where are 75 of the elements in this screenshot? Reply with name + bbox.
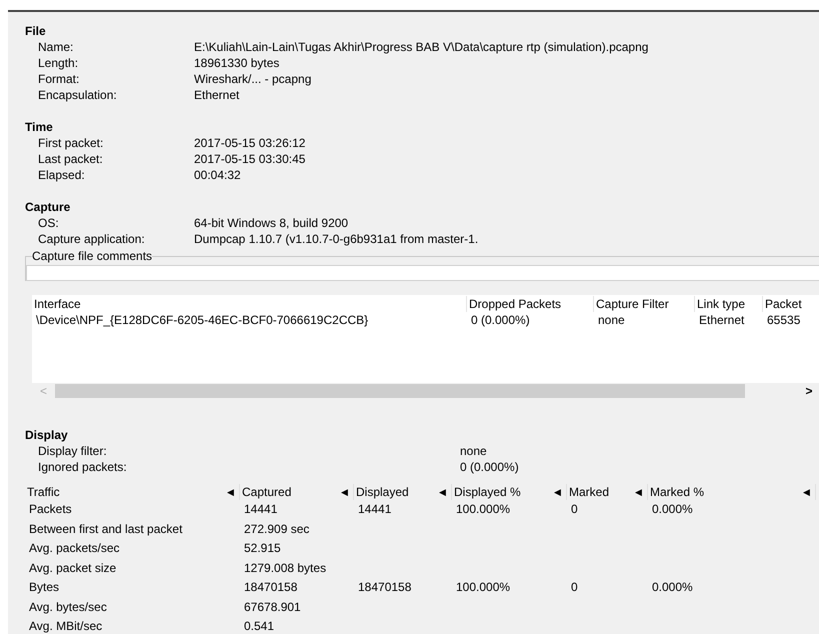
field-label: Capture application:	[38, 232, 145, 246]
comments-field[interactable]	[26, 265, 819, 281]
column-header[interactable]: Capture Filter	[596, 297, 669, 311]
table-cell: 65535	[767, 313, 800, 327]
sort-arrow[interactable]: ◀	[227, 484, 234, 500]
column-header[interactable]: Displayed	[356, 484, 409, 500]
sort-arrow[interactable]: ◀	[635, 484, 642, 500]
column-header[interactable]: Interface	[34, 297, 81, 311]
field-value: Wireshark/... - pcapng	[194, 71, 312, 87]
column-header[interactable]: Marked	[569, 484, 610, 500]
group-title: Capture file comments	[32, 249, 152, 264]
table-cell: 0.000%	[652, 580, 693, 594]
table-cell: 0 (0.000%)	[471, 313, 530, 327]
sort-arrow[interactable]: ◀	[554, 484, 561, 500]
table-cell: none	[598, 313, 625, 327]
table-cell: 14441	[244, 502, 278, 516]
field-value: E:\Kuliah\Lain-Lain\Tugas Akhir\Progress BAB V\Data\capture rtp (simulation).pcapng	[194, 39, 648, 55]
table-cell: 0	[571, 502, 578, 516]
field-label: Encapsulation:	[38, 88, 117, 102]
table-cell: Bytes	[29, 580, 60, 594]
table-cell: Avg. MBit/sec	[29, 619, 102, 633]
table-cell: Packets	[29, 502, 72, 516]
table-cell: 0	[571, 580, 578, 594]
column-header[interactable]: Link type	[697, 297, 746, 311]
field-label: OS:	[38, 216, 59, 230]
field-label: Last packet:	[38, 152, 103, 166]
field-value: Dumpcap 1.10.7 (v1.10.7-0-g6b931a1 from master-1.	[194, 231, 478, 247]
column-header[interactable]: Traffic	[27, 484, 60, 500]
table-cell: 18470158	[244, 580, 298, 594]
horizontal-scrollbar[interactable]: < >	[32, 383, 819, 399]
field-value: 00:04:32	[194, 167, 241, 183]
field-label: Display filter:	[38, 444, 107, 458]
table-cell: 100.000%	[456, 502, 510, 516]
field-value: Ethernet	[194, 87, 240, 103]
section-heading: Time	[25, 119, 53, 135]
section-heading: Capture	[25, 199, 70, 215]
column-header[interactable]: Dropped Packets	[469, 297, 562, 311]
sort-arrow[interactable]: ◀	[803, 484, 810, 500]
field-value: 64-bit Windows 8, build 9200	[194, 215, 348, 231]
field-value: 2017-05-15 03:26:12	[194, 135, 306, 151]
table-cell: 52.915	[244, 541, 281, 555]
table-cell: 1279.008 bytes	[244, 560, 326, 574]
column-header[interactable]: Captured	[242, 484, 292, 500]
sort-arrow[interactable]: ◀	[341, 484, 348, 500]
table-cell: 18470158	[358, 580, 412, 594]
table-cell: 67678.901	[244, 600, 301, 614]
field-value: none	[460, 443, 487, 459]
table-cell: 0.000%	[652, 502, 693, 516]
table-cell: Avg. packets/sec	[29, 541, 120, 555]
table-cell: 100.000%	[456, 580, 510, 594]
field-value: 0 (0.000%)	[460, 459, 519, 475]
scroll-right-button[interactable]: >	[799, 383, 819, 399]
table-cell: 272.909 sec	[244, 522, 310, 536]
field-value: 2017-05-15 03:30:45	[194, 151, 306, 167]
field-label: Elapsed:	[38, 168, 85, 182]
table-cell: Between first and last packet	[29, 522, 182, 536]
scrollbar-thumb[interactable]	[55, 384, 745, 398]
field-label: Ignored packets:	[38, 460, 127, 474]
section-heading: File	[25, 23, 46, 39]
table-cell: Ethernet	[699, 313, 744, 327]
table-cell: Avg. bytes/sec	[29, 600, 107, 614]
column-header[interactable]: Packet	[765, 297, 802, 311]
field-value: 18961330 bytes	[194, 55, 280, 71]
table-cell: 14441	[358, 502, 392, 516]
field-label: Length:	[38, 56, 78, 70]
table-cell: Avg. packet size	[29, 560, 116, 574]
column-header[interactable]: Marked %	[650, 484, 704, 500]
column-header[interactable]: Displayed %	[454, 484, 521, 500]
table-cell: 0.541	[244, 619, 274, 633]
table-cell: \Device\NPF_{E128DC6F-6205-46EC-BCF0-7066619C2CCB}	[36, 313, 368, 327]
field-label: First packet:	[38, 136, 104, 150]
field-label: Format:	[38, 72, 80, 86]
field-label: Name:	[38, 40, 74, 54]
sort-arrow[interactable]: ◀	[439, 484, 446, 500]
section-heading: Display	[25, 427, 68, 443]
